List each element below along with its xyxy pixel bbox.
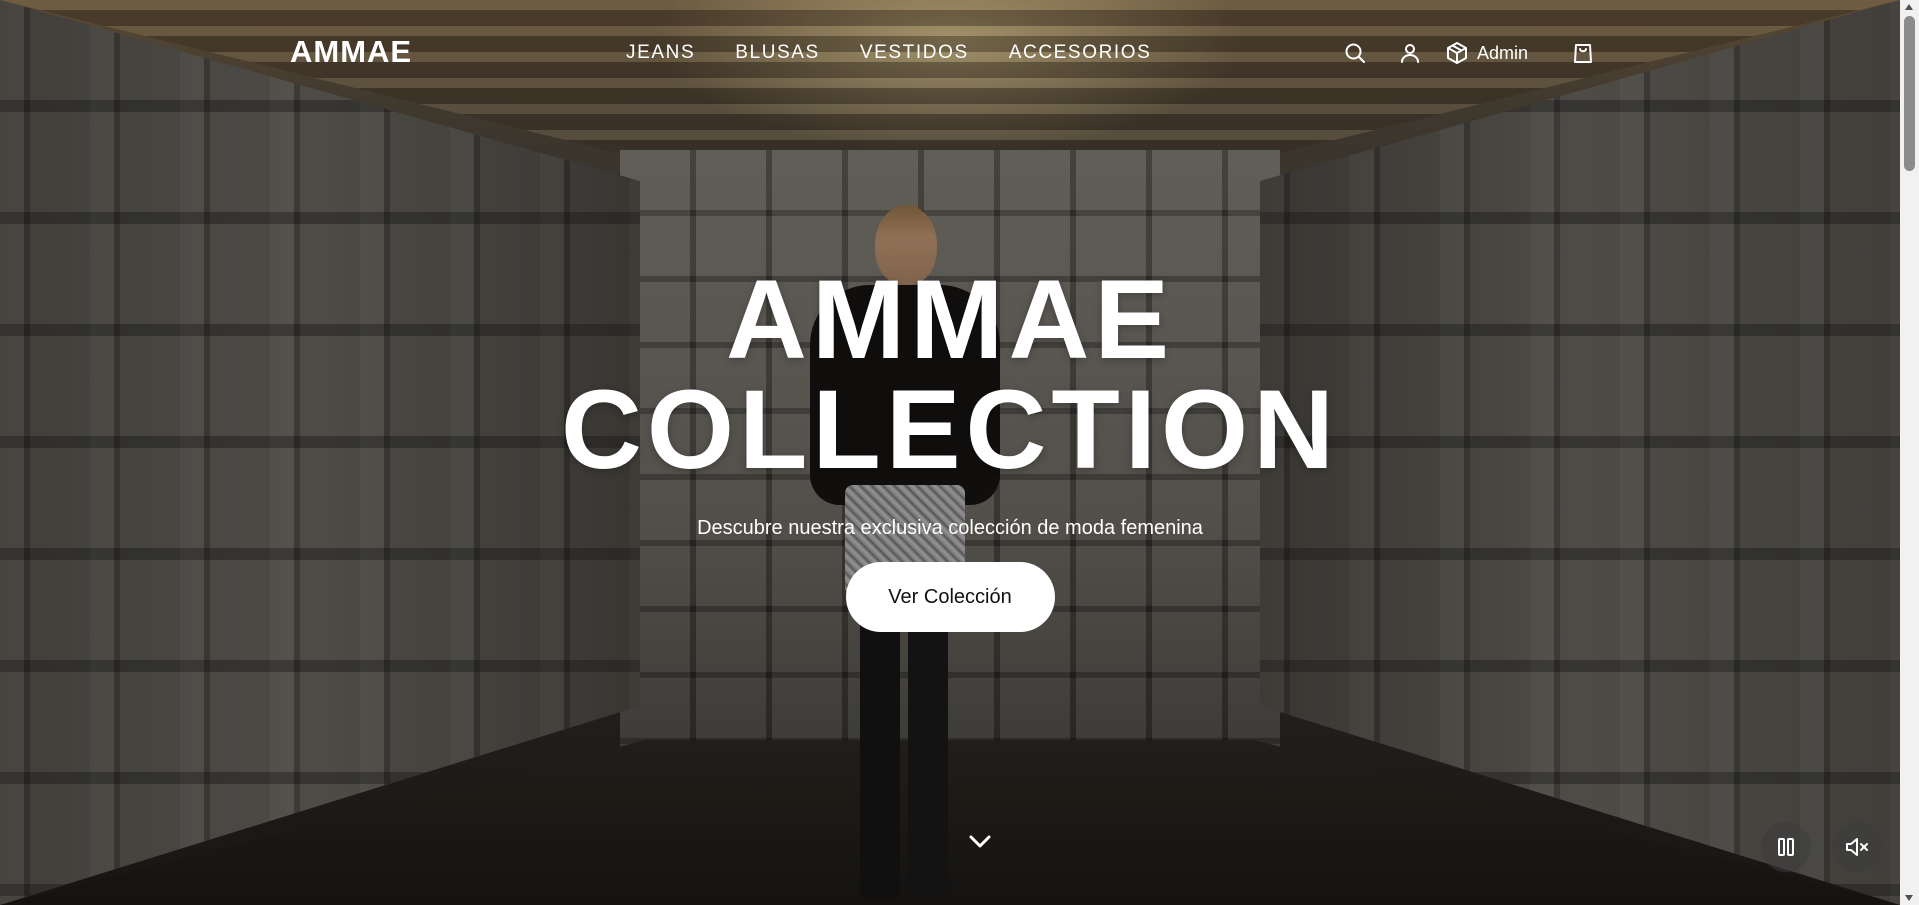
pause-video-button[interactable] (1761, 822, 1811, 872)
page-scrollbar[interactable] (1900, 0, 1919, 905)
cart-button[interactable] (1568, 38, 1598, 68)
main-nav: JEANS BLUSAS VESTIDOS ACCESORIOS (626, 42, 1191, 64)
admin-label: Admin (1477, 42, 1529, 63)
scroll-up-arrow[interactable] (1905, 4, 1913, 10)
volume-muted-icon (1846, 838, 1868, 856)
view-collection-button[interactable]: Ver Colección (845, 562, 1055, 632)
search-button[interactable] (1340, 38, 1370, 68)
hero-title-line1: AMMAE (725, 257, 1175, 382)
header-actions: Admin (1340, 38, 1598, 68)
site-logo[interactable]: AMMAE (290, 34, 412, 70)
chevron-down-icon (969, 835, 991, 848)
nav-item-blusas[interactable]: BLUSAS (735, 42, 820, 64)
hero-subtitle: Descubre nuestra exclusiva colección de … (697, 517, 1203, 539)
site-header: AMMAE JEANS BLUSAS VESTIDOS ACCESORIOS A… (0, 0, 1900, 106)
hero-title-line2: COLLECTION (561, 367, 1339, 492)
account-button[interactable] (1395, 38, 1425, 68)
page-viewport: AMMAE JEANS BLUSAS VESTIDOS ACCESORIOS A… (0, 0, 1900, 905)
box-icon (1447, 42, 1467, 64)
scroll-down-button[interactable] (965, 826, 995, 856)
unmute-video-button[interactable] (1832, 822, 1882, 872)
admin-link[interactable]: Admin (1445, 41, 1528, 65)
hero-title: AMMAE COLLECTION (0, 257, 1900, 492)
nav-item-accesorios[interactable]: ACCESORIOS (1009, 42, 1152, 64)
scroll-down-arrow[interactable] (1905, 895, 1913, 901)
hero-content: AMMAE COLLECTION Descubre nuestra exclus… (0, 257, 1900, 632)
scrollbar-thumb[interactable] (1904, 16, 1915, 171)
user-icon (1401, 44, 1419, 63)
nav-item-jeans[interactable]: JEANS (626, 42, 695, 64)
shopping-bag-icon (1574, 44, 1593, 63)
nav-item-vestidos[interactable]: VESTIDOS (860, 42, 969, 64)
pause-icon (1778, 838, 1794, 856)
search-icon (1345, 43, 1365, 63)
